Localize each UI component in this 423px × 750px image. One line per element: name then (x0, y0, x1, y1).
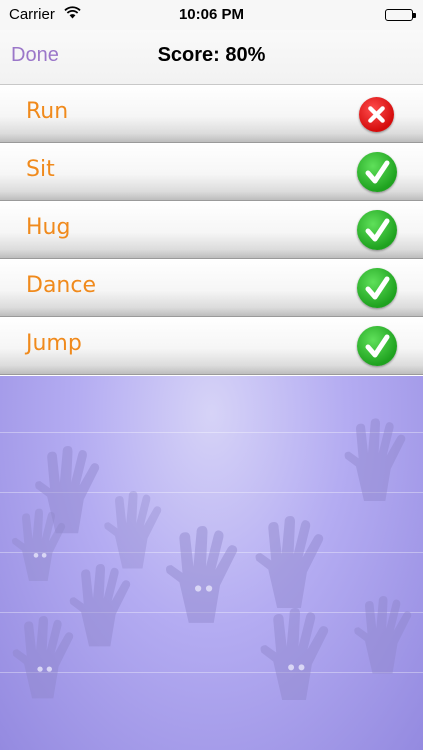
hand-icon (354, 596, 412, 674)
hand-icon (344, 418, 406, 501)
status-time: 10:06 PM (178, 6, 245, 23)
result-row: Hug (0, 201, 423, 259)
result-row: Dance (0, 259, 423, 317)
hand-icon (260, 608, 329, 701)
result-row: Jump (0, 317, 423, 375)
status-bar: Carrier 10:06 PM (0, 0, 423, 30)
hand-icon (104, 491, 162, 569)
result-word: Hug (26, 215, 71, 240)
result-row: Sit (0, 143, 423, 201)
check-icon (357, 210, 397, 250)
hand-icon (12, 508, 66, 581)
check-icon (357, 326, 397, 366)
battery-icon (385, 9, 416, 21)
result-word: Sit (26, 157, 55, 182)
result-word: Jump (26, 331, 82, 356)
result-word: Dance (26, 273, 96, 298)
hand-icon (255, 516, 324, 609)
cross-icon (359, 97, 394, 132)
score-title: Score: 80% (157, 44, 266, 66)
check-icon (357, 268, 397, 308)
background-pattern (0, 376, 423, 750)
result-row: Run (0, 85, 423, 143)
result-word: Run (26, 99, 69, 124)
hand-icon (12, 616, 74, 699)
check-icon (357, 152, 397, 192)
done-button[interactable]: Done (11, 44, 59, 67)
results-list: Run Sit Hug Dance Jump (0, 85, 423, 375)
nav-bar: Done Score: 80% (0, 30, 423, 85)
